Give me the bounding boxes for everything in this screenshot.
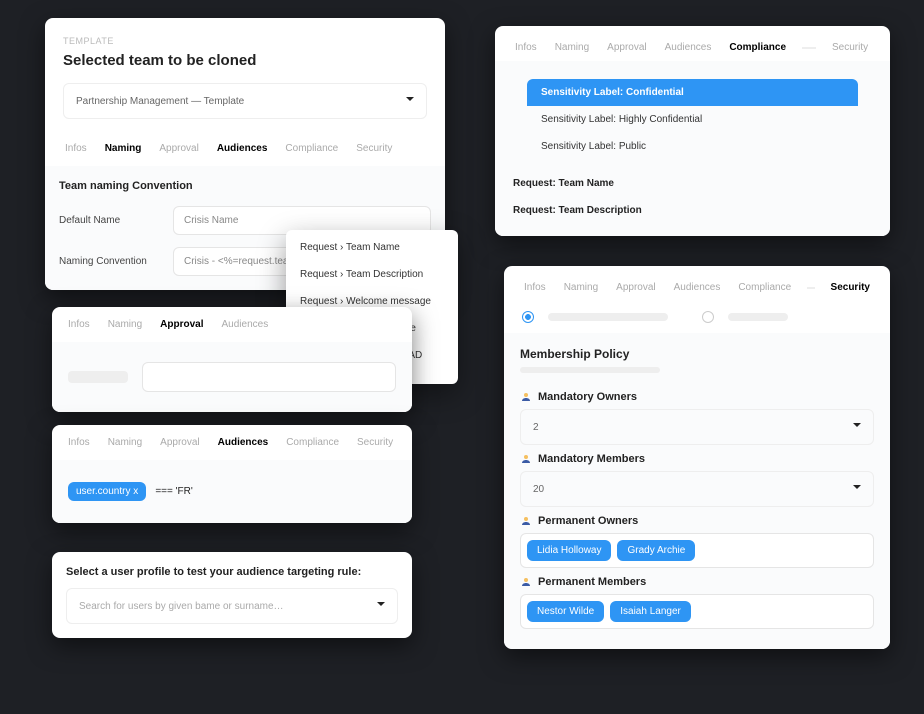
owner-chip[interactable]: Lidia Holloway xyxy=(527,540,611,561)
tab3-compliance[interactable]: Compliance xyxy=(284,433,341,452)
radio-option-1[interactable] xyxy=(522,311,534,323)
tab5-audiences[interactable]: Audiences xyxy=(663,38,714,57)
tab6-audiences[interactable]: Audiences xyxy=(672,278,723,297)
mandatory-members-label: Mandatory Members xyxy=(538,453,645,465)
skeleton-text xyxy=(520,367,660,373)
chevron-down-icon xyxy=(377,599,385,613)
tab-approval[interactable]: Approval xyxy=(157,139,200,158)
tab2-audiences[interactable]: Audiences xyxy=(220,315,271,334)
permanent-owners-label: Permanent Owners xyxy=(538,515,638,527)
tab6-infos[interactable]: Infos xyxy=(522,278,548,297)
person-icon xyxy=(520,515,532,527)
tab-naming[interactable]: Naming xyxy=(103,139,144,158)
mandatory-owners-select[interactable]: 2 xyxy=(520,409,874,445)
tab2-infos[interactable]: Infos xyxy=(66,315,92,334)
sens-confidential[interactable]: Sensitivity Label: Confidential xyxy=(527,79,858,106)
dd-team-name[interactable]: Request › Team Name xyxy=(286,234,458,261)
dd-team-description[interactable]: Request › Team Description xyxy=(286,261,458,288)
naming-heading: Team naming Convention xyxy=(59,180,431,192)
tab-separator xyxy=(807,287,814,289)
request-team-name: Request: Team Name xyxy=(509,170,876,197)
tab6-naming[interactable]: Naming xyxy=(562,278,600,297)
template-eyebrow: TEMPLATE xyxy=(63,36,427,46)
person-icon xyxy=(520,391,532,403)
tab3-approval[interactable]: Approval xyxy=(158,433,201,452)
mandatory-members-select[interactable]: 20 xyxy=(520,471,874,507)
naming-convention-label: Naming Convention xyxy=(59,256,159,267)
permanent-owners-field[interactable]: Lidia Holloway Grady Archie xyxy=(520,533,874,568)
radio-option-2[interactable] xyxy=(702,311,714,323)
audience-chip-text: user.country x xyxy=(76,486,138,497)
tab3-audiences[interactable]: Audiences xyxy=(216,433,271,452)
tab3-naming[interactable]: Naming xyxy=(106,433,144,452)
sens-public[interactable]: Sensitivity Label: Public xyxy=(527,133,858,160)
chevron-down-icon xyxy=(853,482,861,496)
profile-search[interactable]: Search for users by given bame or surnam… xyxy=(66,588,398,624)
tab-infos[interactable]: Infos xyxy=(63,139,89,158)
tab3-infos[interactable]: Infos xyxy=(66,433,92,452)
team-select[interactable]: Partnership Management — Template xyxy=(63,83,427,119)
tab-compliance[interactable]: Compliance xyxy=(283,139,340,158)
tab-audiences[interactable]: Audiences xyxy=(215,139,270,158)
team-select-value: Partnership Management — Template xyxy=(76,96,244,107)
profile-test-title: Select a user profile to test your audie… xyxy=(66,566,398,578)
tab5-compliance[interactable]: Compliance xyxy=(727,38,788,57)
profile-search-placeholder: Search for users by given bame or surnam… xyxy=(79,601,284,612)
tab5-naming[interactable]: Naming xyxy=(553,38,591,57)
tab6-compliance[interactable]: Compliance xyxy=(736,278,793,297)
approval-input[interactable] xyxy=(142,362,396,392)
skeleton-text xyxy=(548,313,668,321)
tab2-naming[interactable]: Naming xyxy=(106,315,144,334)
membership-policy-heading: Membership Policy xyxy=(520,347,874,361)
permanent-members-label: Permanent Members xyxy=(538,576,646,588)
chevron-down-icon xyxy=(406,94,414,108)
tab5-security[interactable]: Security xyxy=(830,38,870,57)
member-chip[interactable]: Nestor Wilde xyxy=(527,601,604,622)
tab3-security[interactable]: Security xyxy=(355,433,395,452)
person-icon xyxy=(520,576,532,588)
tab5-approval[interactable]: Approval xyxy=(605,38,648,57)
audience-chip[interactable]: user.country x xyxy=(68,482,146,501)
tab2-approval[interactable]: Approval xyxy=(158,315,205,334)
chevron-down-icon xyxy=(853,420,861,434)
tab6-approval[interactable]: Approval xyxy=(614,278,657,297)
owner-chip[interactable]: Grady Archie xyxy=(617,540,695,561)
permanent-members-field[interactable]: Nestor Wilde Isaiah Langer xyxy=(520,594,874,629)
mandatory-owners-value: 2 xyxy=(533,422,539,433)
audience-condition: === 'FR' xyxy=(155,486,192,497)
tab5-infos[interactable]: Infos xyxy=(513,38,539,57)
member-chip[interactable]: Isaiah Langer xyxy=(610,601,691,622)
mandatory-owners-label: Mandatory Owners xyxy=(538,391,637,403)
tab-separator xyxy=(802,47,816,49)
mandatory-members-value: 20 xyxy=(533,484,544,495)
sens-highly-confidential[interactable]: Sensitivity Label: Highly Confidential xyxy=(527,106,858,133)
request-team-description: Request: Team Description xyxy=(509,197,876,230)
person-icon xyxy=(520,453,532,465)
skeleton-text xyxy=(728,313,788,321)
default-name-label: Default Name xyxy=(59,215,159,226)
page-title: Selected team to be cloned xyxy=(63,52,427,69)
skeleton-block xyxy=(68,371,128,383)
tab-security[interactable]: Security xyxy=(354,139,394,158)
tab6-security[interactable]: Security xyxy=(829,278,872,297)
